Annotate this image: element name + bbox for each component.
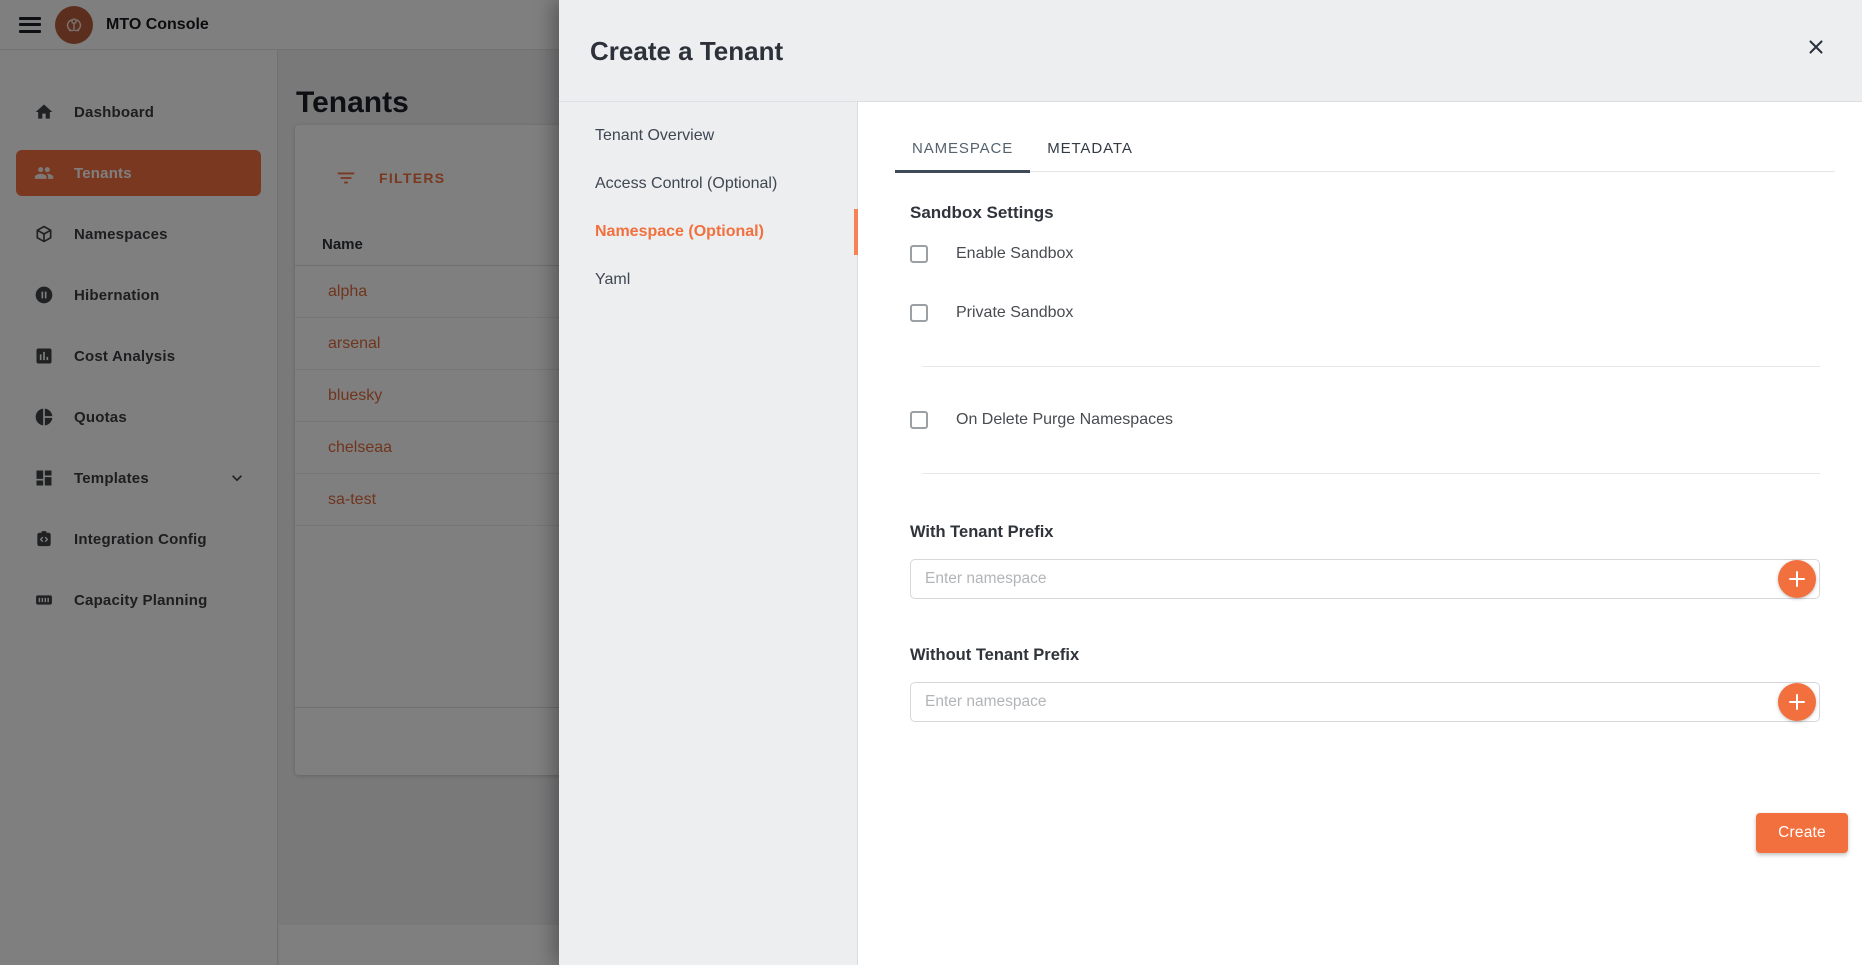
namespace-pane: Sandbox Settings Enable Sandbox Private … — [858, 203, 1862, 722]
app-root: MTO Console Dashboard Tenants Namespaces… — [0, 0, 1862, 965]
without-prefix-input-group — [910, 682, 1820, 722]
checkbox[interactable] — [910, 245, 928, 263]
nav-item-access-control[interactable]: Access Control (Optional) — [559, 160, 857, 208]
tab-metadata[interactable]: METADATA — [1030, 127, 1150, 173]
nav-item-namespace[interactable]: Namespace (Optional) — [559, 208, 857, 256]
nav-item-yaml[interactable]: Yaml — [559, 256, 857, 304]
plus-icon — [1788, 693, 1806, 711]
plus-icon — [1788, 570, 1806, 588]
create-tenant-drawer: Create a Tenant Tenant Overview Access C… — [559, 0, 1862, 965]
nav-item-tenant-overview[interactable]: Tenant Overview — [559, 112, 857, 160]
drawer-step-nav: Tenant Overview Access Control (Optional… — [559, 102, 858, 965]
with-prefix-input-group — [910, 559, 1820, 599]
section-divider — [922, 366, 1820, 367]
nav-item-label: Access Control (Optional) — [595, 175, 777, 193]
drawer-title: Create a Tenant — [590, 36, 783, 67]
checkbox[interactable] — [910, 304, 928, 322]
with-tenant-prefix-label: With Tenant Prefix — [910, 523, 1820, 542]
create-button[interactable]: Create — [1756, 813, 1848, 853]
drawer-content: NAMESPACE METADATA Sandbox Settings Enab… — [858, 102, 1862, 965]
close-icon[interactable] — [1803, 34, 1829, 60]
checkbox[interactable] — [910, 411, 928, 429]
add-without-prefix-namespace-button[interactable] — [1778, 683, 1816, 721]
checkbox-label: Private Sandbox — [956, 304, 1073, 322]
sandbox-settings-heading: Sandbox Settings — [910, 203, 1820, 223]
checkbox-label: On Delete Purge Namespaces — [956, 411, 1173, 429]
tab-bar: NAMESPACE METADATA — [895, 126, 1835, 172]
nav-item-label: Tenant Overview — [595, 127, 714, 145]
drawer-header: Create a Tenant — [559, 0, 1862, 102]
nav-item-label: Namespace (Optional) — [595, 223, 764, 241]
without-tenant-prefix-label: Without Tenant Prefix — [910, 646, 1820, 665]
nav-item-label: Yaml — [595, 271, 630, 289]
enable-sandbox-checkbox-row[interactable]: Enable Sandbox — [910, 245, 1820, 263]
without-prefix-namespace-input[interactable] — [910, 682, 1820, 722]
private-sandbox-checkbox-row[interactable]: Private Sandbox — [910, 304, 1820, 322]
tab-namespace[interactable]: NAMESPACE — [895, 127, 1030, 173]
with-prefix-namespace-input[interactable] — [910, 559, 1820, 599]
purge-namespaces-checkbox-row[interactable]: On Delete Purge Namespaces — [910, 411, 1820, 429]
checkbox-label: Enable Sandbox — [956, 245, 1073, 263]
add-with-prefix-namespace-button[interactable] — [1778, 560, 1816, 598]
section-divider — [922, 473, 1820, 474]
